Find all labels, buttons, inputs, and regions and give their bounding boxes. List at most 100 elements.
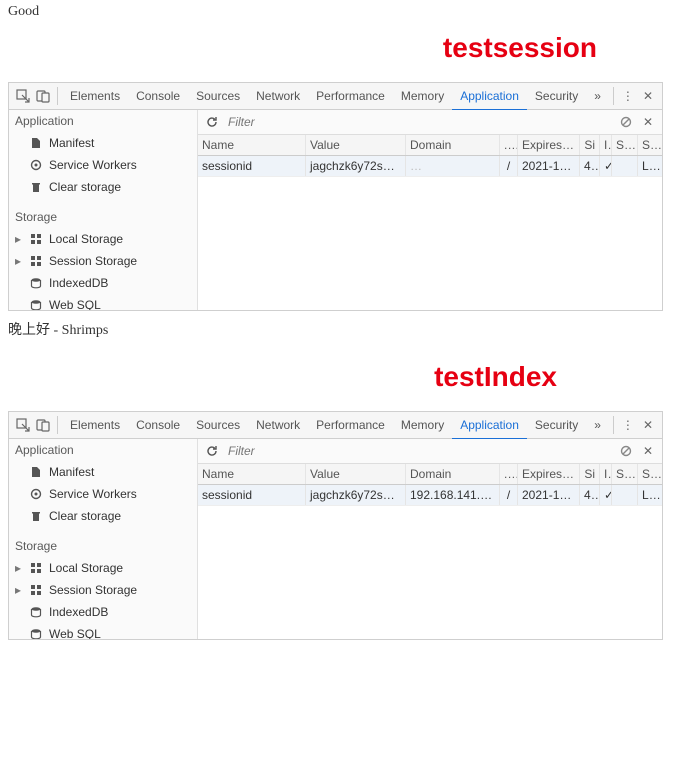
kebab-menu-icon[interactable]: ⋮	[620, 416, 636, 434]
col-expires[interactable]: Expires / M...	[518, 464, 580, 484]
page-body-text: Good	[0, 0, 687, 24]
sidebar-item-local-storage[interactable]: ▸ Local Storage	[9, 228, 197, 250]
sidebar-item-session-storage[interactable]: ▸ Session Storage	[9, 579, 197, 601]
clear-icon[interactable]: ✕	[640, 114, 656, 130]
sidebar-item-indexeddb[interactable]: IndexedDB	[9, 601, 197, 623]
device-toggle-icon[interactable]	[35, 87, 51, 105]
tab-sources[interactable]: Sources	[188, 412, 248, 438]
sidebar-item-web-sql[interactable]: Web SQL	[9, 294, 197, 310]
inspect-icon[interactable]	[15, 416, 31, 434]
device-toggle-icon[interactable]	[35, 416, 51, 434]
tab-network[interactable]: Network	[248, 412, 308, 438]
tab-memory[interactable]: Memory	[393, 412, 452, 438]
chevron-right-icon: ▸	[15, 561, 23, 575]
close-icon[interactable]: ✕	[640, 416, 656, 434]
devtools-panel: Elements Console Sources Network Perform…	[8, 411, 663, 640]
database-icon	[29, 627, 43, 639]
clear-icon[interactable]: ✕	[640, 443, 656, 459]
cookie-table: Name Value Domain ... Expires / M... Si …	[198, 135, 662, 310]
col-name[interactable]: Name	[198, 135, 306, 155]
sidebar-item-service-workers[interactable]: Service Workers	[9, 483, 197, 505]
cookie-value-cell: jagchzk6y72sb1...	[306, 156, 406, 176]
col-size[interactable]: Si	[580, 135, 600, 155]
sidebar-item-label: Session Storage	[49, 583, 137, 597]
tab-network[interactable]: Network	[248, 83, 308, 109]
tab-performance[interactable]: Performance	[308, 412, 393, 438]
reload-icon[interactable]	[204, 443, 220, 459]
cookie-size-cell: 41	[580, 156, 600, 176]
reload-icon[interactable]	[204, 114, 220, 130]
cookie-value-cell: jagchzk6y72sb1...	[306, 485, 406, 505]
tab-performance[interactable]: Performance	[308, 83, 393, 109]
devtools-tabbar: Elements Console Sources Network Perform…	[9, 83, 662, 110]
cookie-domain-cell: 192.168.141.129	[406, 485, 500, 505]
sidebar-section-application: Application	[9, 110, 197, 132]
tab-security[interactable]: Security	[527, 83, 586, 109]
tab-console[interactable]: Console	[128, 83, 188, 109]
sidebar-item-clear-storage[interactable]: Clear storage	[9, 176, 197, 198]
inspect-icon[interactable]	[15, 87, 31, 105]
col-secure[interactable]: Se...	[612, 135, 638, 155]
block-icon[interactable]	[618, 114, 634, 130]
cookie-size-cell: 41	[580, 485, 600, 505]
tab-memory[interactable]: Memory	[393, 83, 452, 109]
col-samesite[interactable]: Sa...	[638, 135, 662, 155]
grid-icon	[29, 561, 43, 575]
tab-console[interactable]: Console	[128, 412, 188, 438]
cookie-path-cell: /	[500, 156, 518, 176]
col-path[interactable]: ...	[500, 135, 518, 155]
col-value[interactable]: Value	[306, 135, 406, 155]
sidebar-item-label: Web SQL	[49, 627, 101, 639]
sidebar-section-storage: Storage	[9, 206, 197, 228]
sidebar-item-web-sql[interactable]: Web SQL	[9, 623, 197, 639]
col-domain[interactable]: Domain	[406, 135, 500, 155]
grid-icon	[29, 254, 43, 268]
col-samesite[interactable]: Sa...	[638, 464, 662, 484]
sidebar-item-indexeddb[interactable]: IndexedDB	[9, 272, 197, 294]
tab-security[interactable]: Security	[527, 412, 586, 438]
col-size[interactable]: Si	[580, 464, 600, 484]
close-icon[interactable]: ✕	[640, 87, 656, 105]
tab-application[interactable]: Application	[452, 412, 527, 440]
sidebar-item-clear-storage[interactable]: Clear storage	[9, 505, 197, 527]
col-name[interactable]: Name	[198, 464, 306, 484]
cookie-table: Name Value Domain ... Expires / M... Si …	[198, 464, 662, 639]
col-domain[interactable]: Domain	[406, 464, 500, 484]
cookie-row[interactable]: sessionid jagchzk6y72sb1... … / 2021-12-…	[198, 156, 662, 177]
tab-elements[interactable]: Elements	[62, 83, 128, 109]
sidebar-item-label: Web SQL	[49, 298, 101, 310]
devtools-panel: Elements Console Sources Network Perform…	[8, 82, 663, 311]
sidebar-item-label: Service Workers	[49, 158, 137, 172]
filter-input[interactable]	[226, 443, 612, 459]
chevron-right-icon: ▸	[15, 254, 23, 268]
col-expires[interactable]: Expires / M...	[518, 135, 580, 155]
block-icon[interactable]	[618, 443, 634, 459]
tab-application[interactable]: Application	[452, 83, 527, 111]
col-secure[interactable]: Se...	[612, 464, 638, 484]
sidebar-item-session-storage[interactable]: ▸ Session Storage	[9, 250, 197, 272]
tab-more[interactable]: »	[586, 83, 609, 109]
col-path[interactable]: ...	[500, 464, 518, 484]
database-icon	[29, 605, 43, 619]
tab-more[interactable]: »	[586, 412, 609, 438]
cookie-table-header: Name Value Domain ... Expires / M... Si …	[198, 464, 662, 485]
file-icon	[29, 136, 43, 150]
col-httponly[interactable]: I	[600, 135, 612, 155]
chevron-right-icon: ▸	[15, 583, 23, 597]
tab-elements[interactable]: Elements	[62, 412, 128, 438]
tab-sources[interactable]: Sources	[188, 83, 248, 109]
cookie-expires-cell: 2021-12-2...	[518, 156, 580, 176]
filter-input[interactable]	[226, 114, 612, 130]
sidebar-item-local-storage[interactable]: ▸ Local Storage	[9, 557, 197, 579]
divider	[613, 416, 614, 434]
sidebar-item-service-workers[interactable]: Service Workers	[9, 154, 197, 176]
cookie-row[interactable]: sessionid jagchzk6y72sb1... 192.168.141.…	[198, 485, 662, 506]
kebab-menu-icon[interactable]: ⋮	[620, 87, 636, 105]
sidebar-item-manifest[interactable]: Manifest	[9, 132, 197, 154]
sidebar-item-manifest[interactable]: Manifest	[9, 461, 197, 483]
heading-testindex: testIndex	[0, 361, 687, 393]
cookie-samesite-cell: Lax	[638, 156, 662, 176]
col-httponly[interactable]: I	[600, 464, 612, 484]
sidebar-item-label: IndexedDB	[49, 605, 108, 619]
col-value[interactable]: Value	[306, 464, 406, 484]
